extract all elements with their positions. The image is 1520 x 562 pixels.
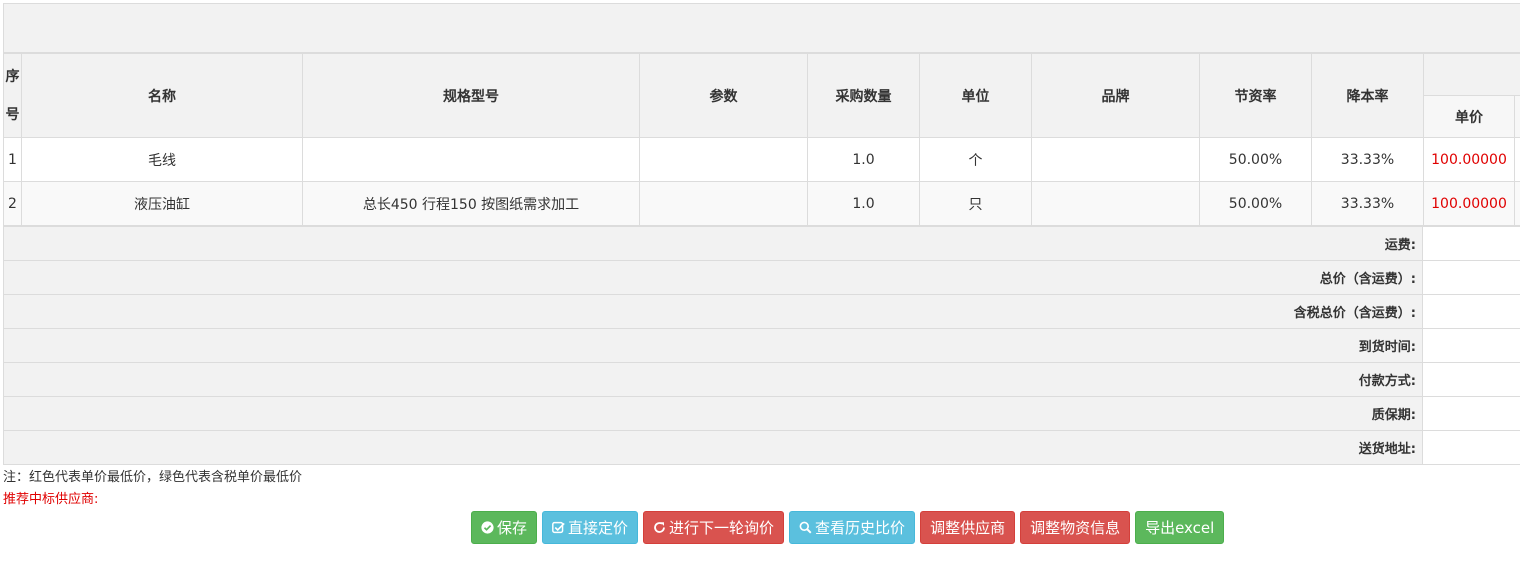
summary-value-address <box>1422 430 1520 465</box>
table-top-blank-area <box>3 3 1520 53</box>
summary-label-tax-total: 含税总价（含运费）: <box>3 294 1423 329</box>
summary-row-freight: 运费: <box>3 226 1520 261</box>
cell-next <box>1514 181 1520 226</box>
cell-spec: 总长450 行程150 按图纸需求加工 <box>302 181 640 226</box>
cell-name: 毛线 <box>21 137 303 182</box>
cell-reduce-rate: 33.33% <box>1311 137 1424 182</box>
summary-table: 运费: 总价（含运费）: 含税总价（含运费）: 到货时间: 付款方式: 质保期:… <box>3 226 1520 465</box>
summary-value-total <box>1422 260 1520 295</box>
summary-row-total: 总价（含运费）: <box>3 260 1520 295</box>
adjust-material-button[interactable]: 调整物资信息 <box>1020 511 1131 544</box>
cell-brand <box>1031 181 1200 226</box>
adjust-supplier-button[interactable]: 调整供应商 <box>920 511 1016 544</box>
cell-param <box>639 137 808 182</box>
price-color-note: 注：红色代表单价最低价，绿色代表含税单价最低价 <box>3 470 303 485</box>
cell-qty: 1.0 <box>807 137 920 182</box>
summary-value-payment <box>1422 362 1520 397</box>
direct-price-button[interactable]: 直接定价 <box>542 511 639 544</box>
header-seq: 序号 <box>3 53 22 138</box>
summary-value-freight <box>1422 226 1520 261</box>
save-button-label: 保存 <box>497 519 528 537</box>
summary-row-tax-total: 含税总价（含运费）: <box>3 294 1520 329</box>
view-history-button[interactable]: 查看历史比价 <box>789 511 916 544</box>
summary-label-address: 送货地址: <box>3 430 1423 465</box>
view-history-button-label: 查看历史比价 <box>815 519 906 537</box>
cell-next <box>1514 137 1520 182</box>
export-excel-button[interactable]: 导出excel <box>1135 511 1225 544</box>
cell-brand <box>1031 137 1200 182</box>
header-unit: 单位 <box>919 53 1032 138</box>
summary-row-warranty: 质保期: <box>3 396 1520 431</box>
summary-value-warranty <box>1422 396 1520 431</box>
header-next-col <box>1514 95 1520 138</box>
table-body: 1 毛线 1.0 个 50.00% 33.33% 100.00000 2 液压油… <box>3 137 1520 226</box>
cell-seq: 1 <box>3 137 22 182</box>
cell-unit-price: 100.00000 <box>1423 137 1515 182</box>
action-toolbar: 保存 直接定价 进行下一轮询价 查看历史比价 调整供应商 调整物资信息 导出ex… <box>471 511 1225 545</box>
table-header: 序号 名称 规格型号 参数 采购数量 单位 品牌 节资率 降本率 单价 <box>3 53 1520 138</box>
check-square-icon <box>552 521 565 534</box>
summary-label-warranty: 质保期: <box>3 396 1423 431</box>
cell-name: 液压油缸 <box>21 181 303 226</box>
next-round-inquiry-button[interactable]: 进行下一轮询价 <box>643 511 785 544</box>
summary-row-delivery-time: 到货时间: <box>3 328 1520 363</box>
cell-spec <box>302 137 640 182</box>
adjust-supplier-button-label: 调整供应商 <box>930 519 1006 537</box>
summary-row-address: 送货地址: <box>3 430 1520 465</box>
refresh-icon <box>654 522 665 533</box>
cell-reduce-rate: 33.33% <box>1311 181 1424 226</box>
save-button[interactable]: 保存 <box>471 511 538 544</box>
cell-save-rate: 50.00% <box>1199 181 1312 226</box>
check-circle-icon <box>481 521 494 534</box>
search-icon <box>799 521 812 534</box>
export-excel-button-label: 导出excel <box>1145 519 1215 537</box>
header-supplier-group <box>1423 53 1520 96</box>
header-save-rate: 节资率 <box>1199 53 1312 138</box>
header-unit-price: 单价 <box>1423 95 1515 138</box>
next-round-inquiry-button-label: 进行下一轮询价 <box>669 519 775 537</box>
cell-save-rate: 50.00% <box>1199 137 1312 182</box>
summary-label-payment: 付款方式: <box>3 362 1423 397</box>
cell-qty: 1.0 <box>807 181 920 226</box>
cell-param <box>639 181 808 226</box>
summary-label-delivery-time: 到货时间: <box>3 328 1423 363</box>
direct-price-button-label: 直接定价 <box>568 519 629 537</box>
header-qty: 采购数量 <box>807 53 920 138</box>
cell-unit: 只 <box>919 181 1032 226</box>
table-row: 2 液压油缸 总长450 行程150 按图纸需求加工 1.0 只 50.00% … <box>3 181 1520 226</box>
summary-value-tax-total <box>1422 294 1520 329</box>
summary-row-payment: 付款方式: <box>3 362 1520 397</box>
header-brand: 品牌 <box>1031 53 1200 138</box>
header-spec: 规格型号 <box>302 53 640 138</box>
table-row: 1 毛线 1.0 个 50.00% 33.33% 100.00000 <box>3 137 1520 182</box>
summary-label-total: 总价（含运费）: <box>3 260 1423 295</box>
summary-value-delivery-time <box>1422 328 1520 363</box>
header-name: 名称 <box>21 53 303 138</box>
cell-seq: 2 <box>3 181 22 226</box>
recommended-supplier-label: 推荐中标供应商: <box>3 492 99 507</box>
cell-unit: 个 <box>919 137 1032 182</box>
header-param: 参数 <box>639 53 808 138</box>
header-reduce-rate: 降本率 <box>1311 53 1424 138</box>
summary-label-freight: 运费: <box>3 226 1423 261</box>
adjust-material-button-label: 调整物资信息 <box>1030 519 1121 537</box>
cell-unit-price: 100.00000 <box>1423 181 1515 226</box>
